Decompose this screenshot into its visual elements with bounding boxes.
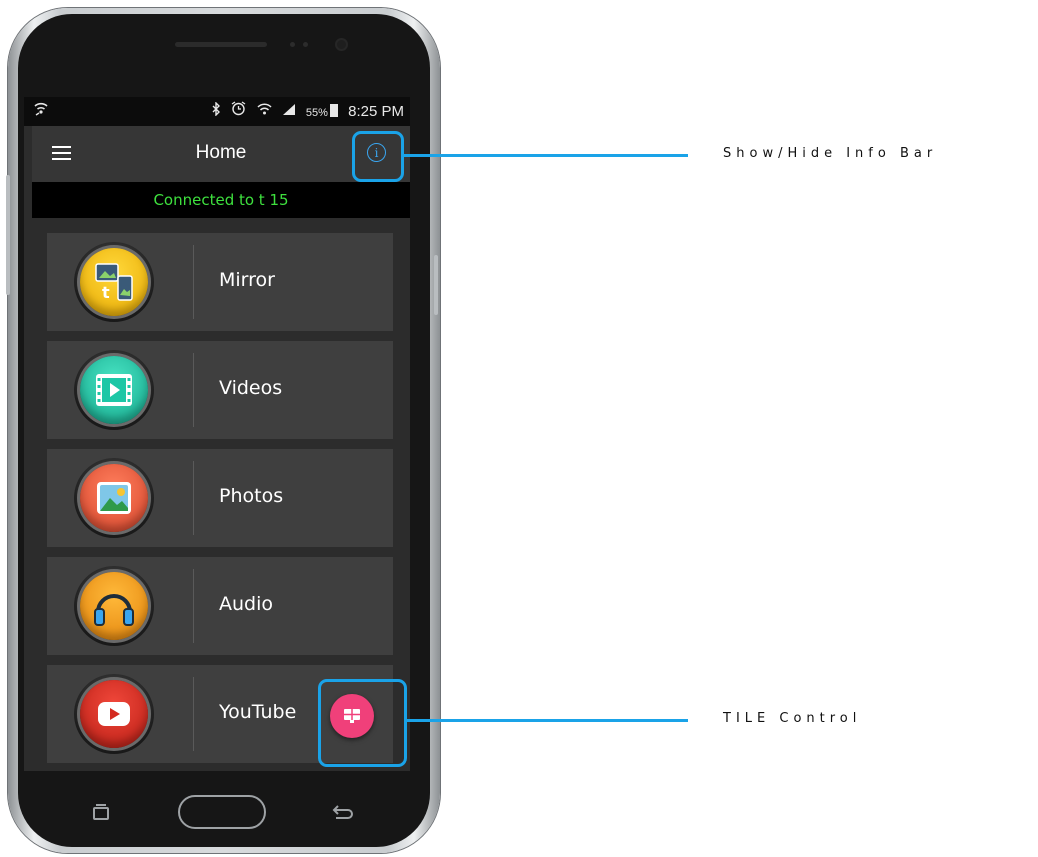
info-icon-highlight [352, 131, 404, 182]
power-button [434, 255, 438, 315]
info-bar: Connected to t 15 [32, 182, 410, 218]
menu-item-audio[interactable]: Audio [47, 557, 393, 655]
menu-item-label: Audio [219, 593, 274, 615]
light-sensor [303, 42, 308, 47]
signal-icon [282, 103, 300, 120]
info-callout-line [404, 154, 688, 157]
info-callout-label: Show/Hide Info Bar [723, 146, 938, 161]
svg-text:t: t [102, 283, 110, 302]
earpiece-speaker [175, 42, 267, 47]
proximity-sensor [290, 42, 295, 47]
audio-icon [80, 572, 148, 640]
battery-icon [329, 104, 338, 117]
mirror-icon: t [80, 248, 148, 316]
menu-item-label: Photos [219, 485, 284, 507]
videos-icon [80, 356, 148, 424]
tile-control-highlight [318, 679, 407, 767]
volume-button [6, 175, 10, 295]
recent-apps-icon[interactable] [92, 803, 110, 825]
menu-item-photos[interactable]: Photos [47, 449, 393, 547]
tile-callout-line [407, 719, 688, 722]
bluetooth-icon [211, 101, 225, 120]
wifi-call-icon [34, 101, 48, 121]
wifi-icon [257, 103, 276, 120]
back-icon[interactable] [332, 803, 354, 825]
alarm-icon [231, 101, 250, 120]
photos-icon [80, 464, 148, 532]
menu-item-videos[interactable]: Videos [47, 341, 393, 439]
home-key[interactable] [178, 795, 266, 829]
status-bar: 55% 8:25 PM [24, 97, 410, 126]
menu-item-label: Mirror [219, 269, 275, 291]
tile-callout-label: TILE Control [723, 711, 862, 726]
phone-screen: 55% 8:25 PM Home i Connected to t 15 t M… [24, 97, 410, 771]
clock: 8:25 PM [348, 103, 404, 120]
front-camera [335, 38, 348, 51]
menu-item-mirror[interactable]: t Mirror [47, 233, 393, 331]
youtube-icon [80, 680, 148, 748]
menu-item-label: Videos [219, 377, 283, 399]
menu-item-label: YouTube [219, 701, 297, 723]
battery-percent: 55% [305, 107, 328, 119]
